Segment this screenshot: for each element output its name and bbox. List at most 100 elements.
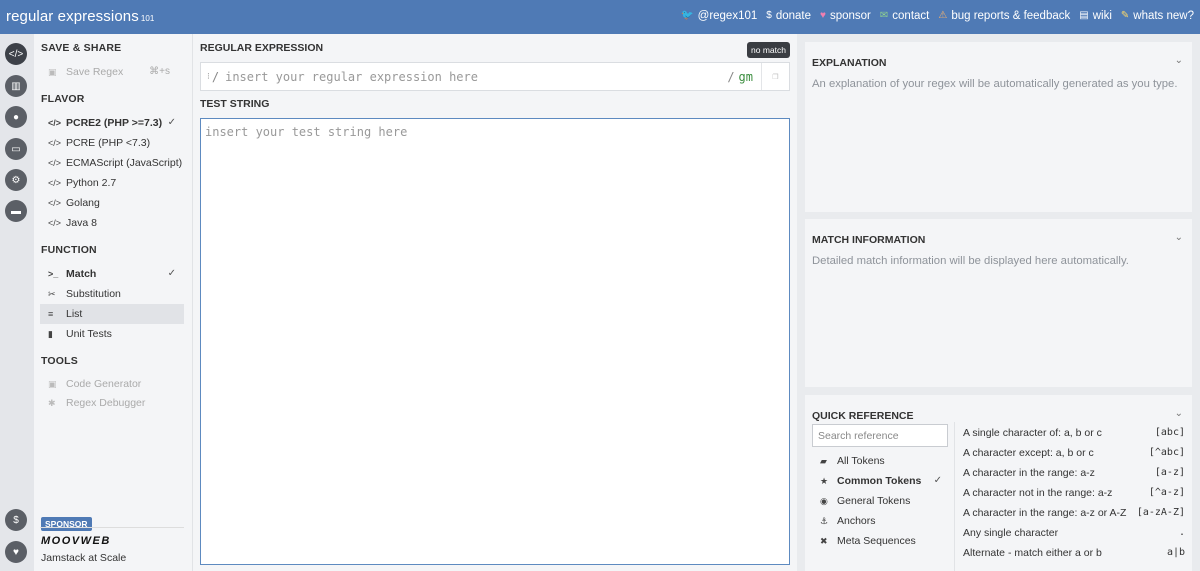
brand-logo[interactable]: regular expressions 101 [6, 8, 154, 25]
flavor-item-pcre[interactable]: </> PCRE (PHP <7.3) [40, 133, 184, 153]
chevron-down-icon[interactable]: ⌄ [1175, 408, 1183, 419]
function-heading: FUNCTION [41, 244, 97, 256]
scissors-icon: ✂ [48, 288, 56, 299]
save-regex-label: Save Regex [66, 66, 124, 78]
chat-icon[interactable]: ▬ [5, 200, 27, 222]
sponsor-tagline[interactable]: Jamstack at Scale [41, 552, 126, 564]
test-string-input[interactable] [200, 118, 790, 565]
function-item-substitution[interactable]: ✂ Substitution [40, 284, 184, 304]
header-link-bug-reports[interactable]: ⚠ bug reports & feedback [938, 10, 1070, 22]
header-link-wiki[interactable]: ▤ wiki [1079, 10, 1112, 22]
function-label: Unit Tests [66, 328, 112, 340]
reference-category-general-tokens[interactable]: ◉ General Tokens [812, 491, 948, 511]
brand-version: 101 [140, 14, 155, 23]
chevron-down-icon[interactable]: ⌄ [1175, 55, 1183, 66]
reference-category-common-tokens[interactable]: ★ Common Tokens ✓ [812, 471, 948, 491]
reference-entry[interactable]: Alternate - match either a or b a|b [963, 544, 1185, 564]
function-item-list[interactable]: ≡ List [40, 304, 184, 324]
tools-heading: TOOLS [41, 355, 78, 367]
list-icon: ≡ [48, 309, 54, 319]
heart-icon[interactable]: ♥ [5, 541, 27, 563]
reference-category-anchors[interactable]: ⚓ Anchors [812, 511, 948, 531]
header-link-label: wiki [1092, 10, 1112, 22]
heart-icon: ♥ [820, 10, 826, 21]
top-bar: regular expressions 101 🐦 @regex101 $ donat… [0, 0, 1200, 34]
sponsor-divider [40, 527, 184, 528]
header-link-label: whats new? [1133, 10, 1194, 22]
reference-entry[interactable]: A character in the range: a-z [a-z] [963, 464, 1185, 484]
quiz-icon[interactable]: ▭ [5, 138, 27, 160]
dollar-icon: $ [766, 10, 772, 21]
library-icon[interactable]: ▥ [5, 75, 27, 97]
header-link-label: @regex101 [697, 10, 758, 22]
regex-input[interactable] [225, 69, 728, 84]
tools-item-code-generator[interactable]: ▣ Code Generator [40, 374, 184, 394]
cross-circle-icon: ✖ [820, 535, 828, 546]
reference-token: [a-zA-Z] [1136, 507, 1185, 518]
regex-editor: ⁝ / / gm ❐ [200, 62, 790, 91]
function-label: Match [66, 268, 97, 280]
header-link-twitter[interactable]: 🐦 @regex101 [681, 10, 757, 22]
reference-token: a|b [1166, 547, 1185, 558]
reference-token: [abc] [1154, 427, 1185, 438]
function-item-match[interactable]: >_ Match ✓ [40, 264, 184, 284]
reference-entry[interactable]: Any single character . [963, 524, 1185, 544]
reference-entry[interactable]: A character except: a, b or c [^abc] [963, 444, 1185, 464]
star-icon: ★ [820, 475, 829, 486]
match-info-heading[interactable]: MATCH INFORMATION [812, 234, 925, 246]
code-icon: </> [48, 218, 62, 228]
category-label: Meta Sequences [837, 535, 916, 547]
category-label: Common Tokens [837, 475, 922, 487]
target-icon: ◉ [820, 495, 828, 506]
header-links: 🐦 @regex101 $ donate ♥ sponsor ✉ contact ⚠ bu… [681, 10, 1194, 22]
settings-icon[interactable]: ⚙ [5, 169, 27, 191]
save-shortcut: ⌘+s [149, 66, 170, 77]
code-icon[interactable]: </> [5, 43, 27, 65]
header-link-label: contact [892, 10, 930, 22]
account-icon[interactable]: ● [5, 106, 27, 128]
icon-rail: </> ▥ ● ▭ ⚙ ▬ $ ♥ [0, 34, 34, 571]
flavor-label: Python 2.7 [66, 177, 117, 189]
regex-flags[interactable]: gm [739, 70, 753, 84]
reference-category-all-tokens[interactable]: ▰ All Tokens [812, 451, 948, 471]
flavor-label: ECMAScript (JavaScript) [66, 157, 183, 169]
flavor-item-java[interactable]: </> Java 8 [40, 213, 184, 233]
match-info-panel: MATCH INFORMATION ⌄ Detailed match infor… [805, 219, 1192, 387]
chevron-down-icon[interactable]: ⌄ [1175, 232, 1183, 243]
flavor-item-pcre2[interactable]: </> PCRE2 (PHP >=7.3) ✓ [40, 113, 184, 133]
reference-divider [954, 422, 955, 571]
reference-entry[interactable]: A character not in the range: a-z [^a-z] [963, 484, 1185, 504]
header-link-sponsor[interactable]: ♥ sponsor [820, 10, 871, 22]
reference-token: [^abc] [1148, 447, 1185, 458]
function-item-unit-tests[interactable]: ▮ Unit Tests [40, 324, 184, 344]
main-editor: REGULAR EXPRESSION no match ⁝ / / gm ❐ T… [192, 34, 797, 571]
reference-token: [a-z] [1154, 467, 1185, 478]
code-icon: </> [48, 158, 62, 168]
copy-icon[interactable]: ❐ [761, 63, 789, 90]
code-icon: </> [48, 118, 62, 128]
tools-item-regex-debugger[interactable]: ✱ Regex Debugger [40, 393, 184, 413]
drag-handle-icon[interactable]: ⁝ [207, 72, 210, 82]
sponsor-logo[interactable]: MOOVWEB [41, 535, 111, 547]
quick-reference-heading[interactable]: QUICK REFERENCE [812, 410, 914, 422]
header-link-contact[interactable]: ✉ contact [880, 10, 929, 22]
reference-entry[interactable]: A character in the range: a-z or A-Z [a-… [963, 504, 1185, 524]
flavor-item-python[interactable]: </> Python 2.7 [40, 173, 184, 193]
save-icon: ▣ [48, 66, 57, 77]
donate-icon[interactable]: $ [5, 509, 27, 531]
function-label: List [66, 308, 83, 320]
reference-search-input[interactable] [812, 424, 948, 447]
reference-category-meta-sequences[interactable]: ✖ Meta Sequences [812, 531, 948, 551]
reference-token: . [1178, 527, 1185, 538]
header-link-donate[interactable]: $ donate [766, 10, 811, 22]
save-regex-button[interactable]: ▣ Save Regex ⌘+s [40, 62, 184, 82]
reference-entry[interactable]: A single character of: a, b or c [abc] [963, 424, 1185, 444]
header-link-whats-new[interactable]: ✎ whats new? [1121, 10, 1194, 22]
explanation-heading[interactable]: EXPLANATION [812, 57, 886, 69]
test-string-heading: TEST STRING [200, 98, 270, 110]
match-info-text: Detailed match information will be displ… [812, 255, 1129, 267]
header-link-label: sponsor [829, 10, 871, 22]
flavor-item-ecmascript[interactable]: </> ECMAScript (JavaScript) [40, 153, 184, 173]
flavor-item-golang[interactable]: </> Golang [40, 193, 184, 213]
code-icon: </> [48, 138, 62, 148]
